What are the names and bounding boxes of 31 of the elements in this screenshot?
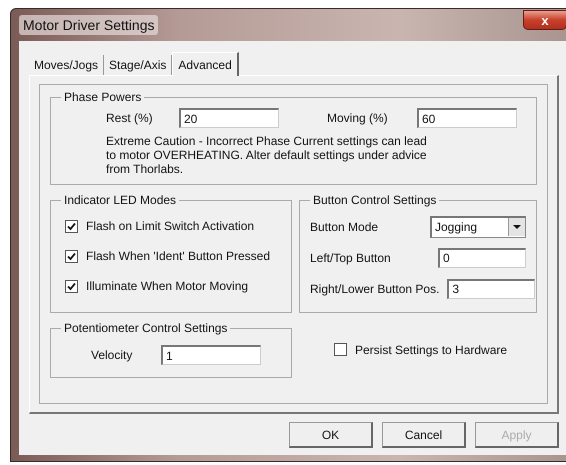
checkbox-label: Illuminate When Motor Moving	[86, 279, 248, 293]
group-title: Button Control Settings	[312, 193, 438, 207]
caret-icon	[508, 218, 525, 236]
field-label: Left/Top Button	[310, 250, 391, 264]
field-label: Button Mode	[310, 220, 378, 234]
input-field[interactable]: 3	[447, 278, 536, 298]
input-field[interactable]: 0	[438, 248, 526, 268]
group-title: Potentiometer Control Settings	[63, 321, 228, 335]
dialog-button[interactable]: OK	[289, 422, 373, 448]
input-field[interactable]: 1	[161, 345, 261, 365]
window-title: Motor Driver Settings	[19, 15, 158, 35]
dialog-button[interactable]: Cancel	[382, 422, 466, 448]
checkbox[interactable]	[65, 250, 78, 262]
checkbox[interactable]	[65, 280, 78, 292]
tab[interactable]: Advanced	[172, 52, 239, 76]
field-label: Rest (%)	[106, 111, 154, 125]
group-title: Phase Powers	[63, 90, 142, 104]
field-label: Right/Lower Button Pos.	[310, 282, 440, 296]
field-label: Moving (%)	[327, 111, 389, 125]
checkbox-label: Flash on Limit Switch Activation	[86, 219, 254, 233]
caution-text: Extreme Caution - Incorrect Phase Current settings can lead to motor OVERHEATING. Alter default settings under advice from Thorlabs.	[106, 134, 428, 176]
group-title: Indicator LED Modes	[63, 193, 178, 207]
checkbox[interactable]	[65, 220, 78, 232]
field-label: Velocity	[91, 348, 134, 362]
input-field[interactable]: 20	[179, 108, 279, 128]
checkbox[interactable]	[334, 343, 347, 356]
close-button[interactable]: x	[523, 10, 566, 30]
input-field[interactable]: 60	[417, 108, 517, 128]
dropdown[interactable]: Jogging	[430, 216, 526, 238]
checkbox-label: Flash When 'Ident' Button Pressed	[86, 249, 270, 263]
checkbox-label: Persist Settings to Hardware	[355, 342, 508, 356]
